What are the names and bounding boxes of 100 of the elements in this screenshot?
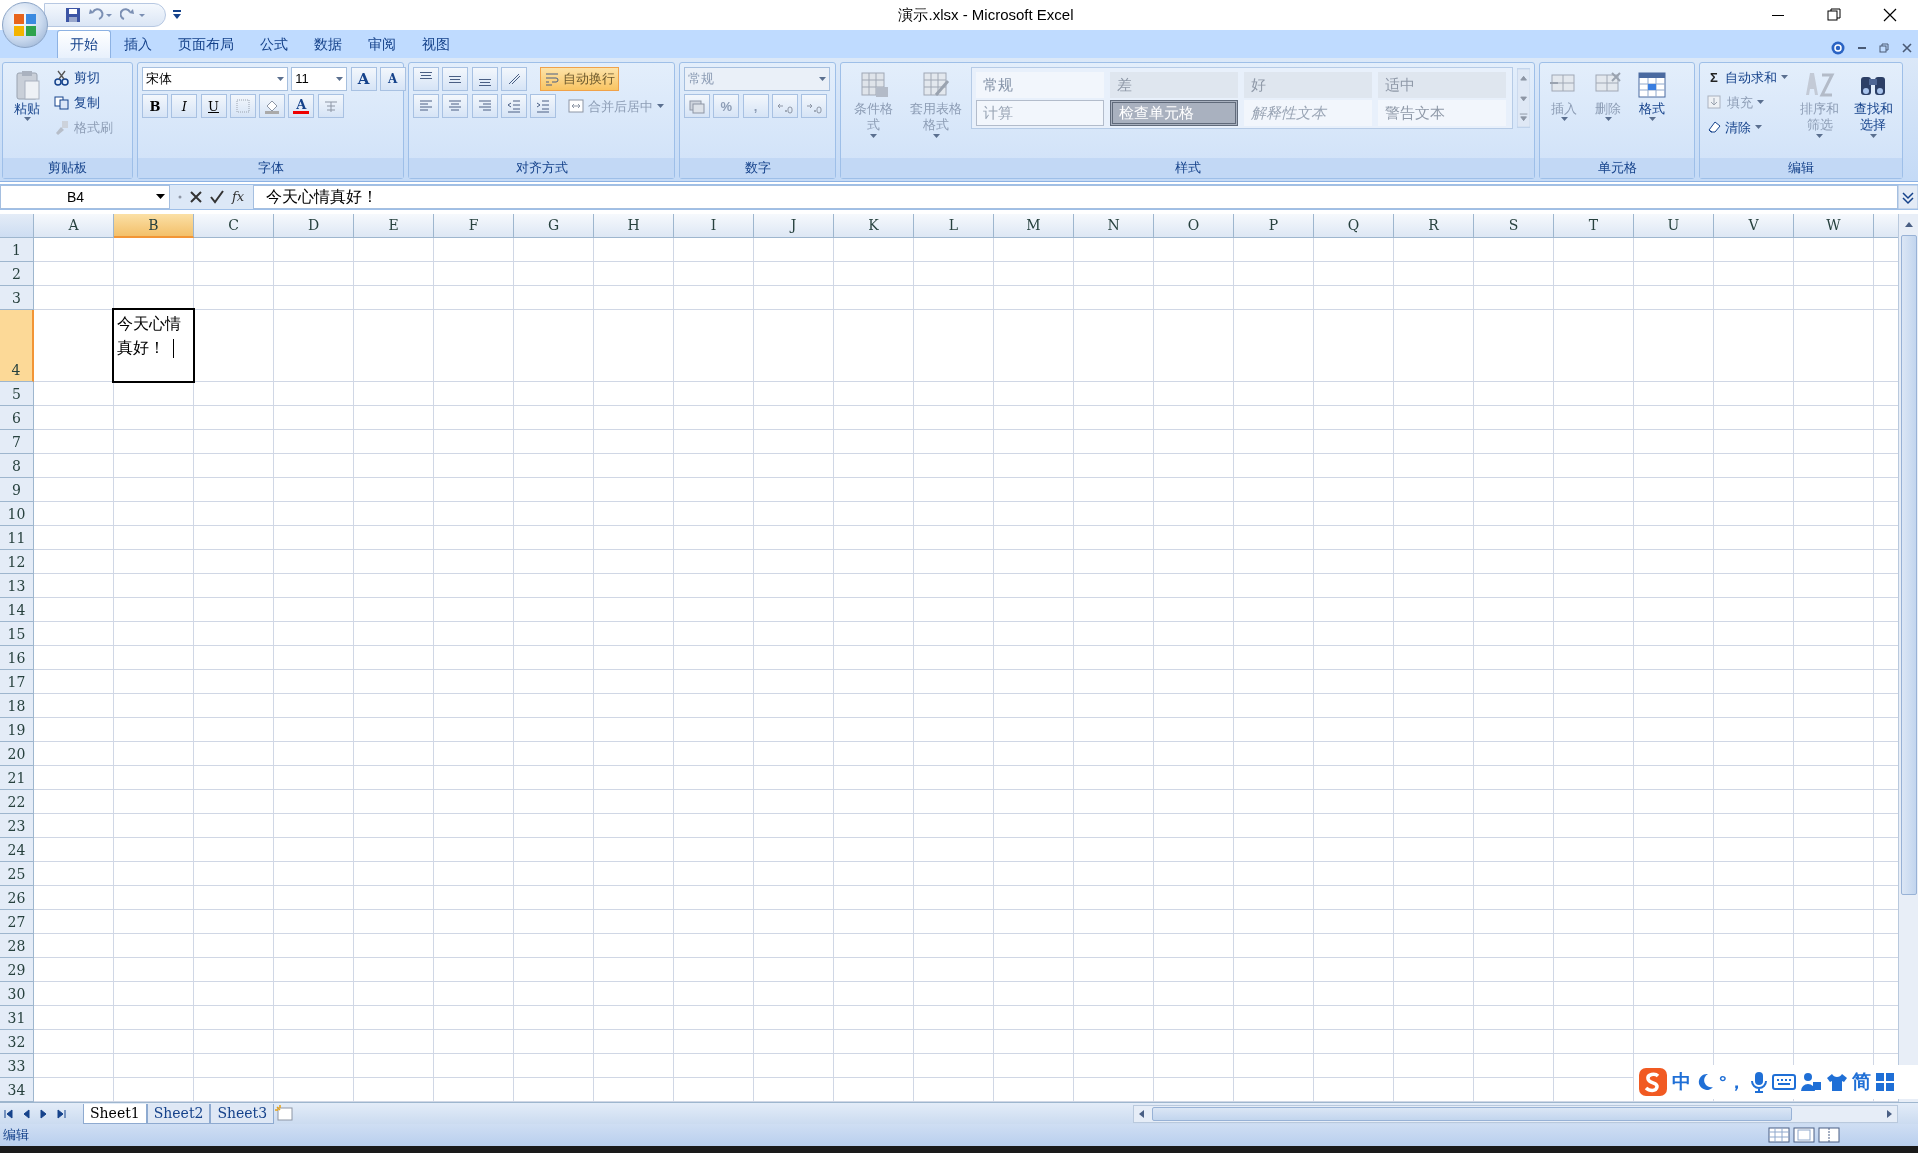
row-header[interactable]: 25	[0, 862, 34, 886]
active-cell[interactable]: 今天心情真好！	[112, 308, 195, 383]
row-header[interactable]: 21	[0, 766, 34, 790]
font-color-button[interactable]: A	[288, 94, 315, 119]
row-header[interactable]: 22	[0, 790, 34, 814]
name-box[interactable]: B4	[0, 185, 170, 209]
insert-function-button[interactable]: fx	[230, 187, 247, 207]
enter-icon[interactable]	[209, 190, 224, 204]
ime-punctuation-toggle[interactable]: °，	[1719, 1067, 1746, 1097]
formula-input-field[interactable]: 今天心情真好！	[252, 185, 1898, 209]
scroll-thumb[interactable]	[1900, 235, 1917, 895]
font-size-field[interactable]: 11	[291, 67, 348, 91]
ribbon-tab[interactable]: 数据	[301, 30, 355, 58]
column-header[interactable]: S	[1474, 214, 1554, 238]
undo-icon[interactable]	[87, 7, 113, 23]
column-header[interactable]: J	[754, 214, 834, 238]
row-header[interactable]: 6	[0, 406, 34, 430]
row-header[interactable]: 14	[0, 598, 34, 622]
row-header[interactable]: 5	[0, 382, 34, 406]
column-header[interactable]: T	[1554, 214, 1634, 238]
ribbon-button[interactable]: 粘贴	[7, 67, 47, 154]
ribbon-button[interactable]: 查找和选择	[1848, 67, 1898, 154]
row-header[interactable]: 7	[0, 430, 34, 454]
row-header[interactable]: 9	[0, 478, 34, 502]
column-header[interactable]: Q	[1314, 214, 1394, 238]
expand-formula-bar-icon[interactable]	[1898, 185, 1918, 209]
row-header[interactable]: 4	[0, 310, 34, 382]
row-header[interactable]: 11	[0, 526, 34, 550]
row-header[interactable]: 10	[0, 502, 34, 526]
row-header[interactable]: 30	[0, 982, 34, 1006]
shirt-icon[interactable]	[1825, 1072, 1848, 1092]
grid-menu-icon[interactable]	[1874, 1072, 1895, 1092]
sum-button[interactable]: Σ 自动求和	[1704, 67, 1791, 89]
column-header[interactable]: E	[354, 214, 434, 238]
horizontal-scrollbar[interactable]	[1133, 1104, 1898, 1123]
row-header[interactable]: 18	[0, 694, 34, 718]
normal-view-icon[interactable]	[1767, 1127, 1790, 1143]
font-name-field[interactable]: 宋体	[142, 67, 288, 91]
row-header[interactable]: 2	[0, 262, 34, 286]
cancel-icon[interactable]	[189, 190, 203, 204]
select-all-button[interactable]	[0, 214, 34, 238]
column-header[interactable]: U	[1634, 214, 1714, 238]
row-header[interactable]: 26	[0, 886, 34, 910]
customize-toolbar-icon[interactable]	[172, 9, 182, 21]
ribbon-button[interactable]: 格式	[1632, 67, 1672, 154]
row-header[interactable]: 29	[0, 958, 34, 982]
scroll-up-icon[interactable]	[1904, 222, 1913, 227]
column-header[interactable]: H	[594, 214, 674, 238]
sheet-tab[interactable]: Sheet1	[83, 1103, 147, 1124]
column-header[interactable]: K	[834, 214, 914, 238]
row-header[interactable]: 23	[0, 814, 34, 838]
page-break-view-icon[interactable]	[1818, 1127, 1840, 1143]
row-header[interactable]: 17	[0, 670, 34, 694]
column-header[interactable]: M	[994, 214, 1074, 238]
row-header[interactable]: 34	[0, 1078, 34, 1102]
sheet-tab[interactable]: Sheet3	[210, 1103, 275, 1124]
italic-button[interactable]: I	[171, 94, 198, 119]
row-header[interactable]: 20	[0, 742, 34, 766]
column-header[interactable]: N	[1074, 214, 1154, 238]
bold-button[interactable]: B	[142, 94, 168, 119]
row-header[interactable]: 32	[0, 1030, 34, 1054]
row-header[interactable]: 28	[0, 934, 34, 958]
first-sheet-icon[interactable]	[3, 1107, 15, 1120]
last-sheet-icon[interactable]	[55, 1107, 67, 1120]
align-top-button[interactable]	[413, 67, 439, 91]
align-middle-button[interactable]	[442, 67, 469, 91]
decrease-decimal-button[interactable]	[801, 94, 827, 119]
row-header[interactable]: 31	[0, 1006, 34, 1030]
column-header[interactable]: R	[1394, 214, 1474, 238]
row-header[interactable]: 24	[0, 838, 34, 862]
column-header[interactable]: W	[1794, 214, 1874, 238]
increase-decimal-button[interactable]	[771, 94, 798, 119]
ribbon-tab[interactable]: 开始	[57, 30, 111, 58]
keyboard-icon[interactable]	[1771, 1073, 1796, 1091]
fill-color-button[interactable]	[259, 94, 285, 119]
row-header[interactable]: 15	[0, 622, 34, 646]
sheet-tab[interactable]: Sheet2	[146, 1103, 211, 1124]
ribbon-tab[interactable]: 视图	[409, 30, 463, 58]
row-header[interactable]: 12	[0, 550, 34, 574]
ribbon-tab[interactable]: 页面布局	[165, 30, 247, 58]
row-header[interactable]: 13	[0, 574, 34, 598]
redo-icon[interactable]	[119, 7, 146, 23]
column-header[interactable]: G	[514, 214, 594, 238]
row-header[interactable]: 8	[0, 454, 34, 478]
column-header[interactable]: I	[674, 214, 754, 238]
ribbon-button[interactable]: 剪切	[51, 67, 116, 89]
column-header[interactable]: V	[1714, 214, 1794, 238]
vertical-scrollbar[interactable]	[1898, 214, 1918, 1102]
row-header[interactable]: 1	[0, 238, 34, 262]
ime-script-toggle[interactable]: 简	[1851, 1067, 1871, 1097]
page-layout-view-icon[interactable]	[1792, 1127, 1815, 1143]
ime-language-toggle[interactable]: 中	[1672, 1067, 1691, 1097]
save-icon[interactable]	[64, 7, 81, 23]
row-header[interactable]: 19	[0, 718, 34, 742]
column-header[interactable]: L	[914, 214, 994, 238]
row-header[interactable]: 33	[0, 1054, 34, 1078]
restore-icon[interactable]	[1878, 42, 1889, 53]
row-header[interactable]: 27	[0, 910, 34, 934]
currency-button[interactable]	[684, 94, 710, 119]
underline-button[interactable]: U	[200, 94, 227, 119]
